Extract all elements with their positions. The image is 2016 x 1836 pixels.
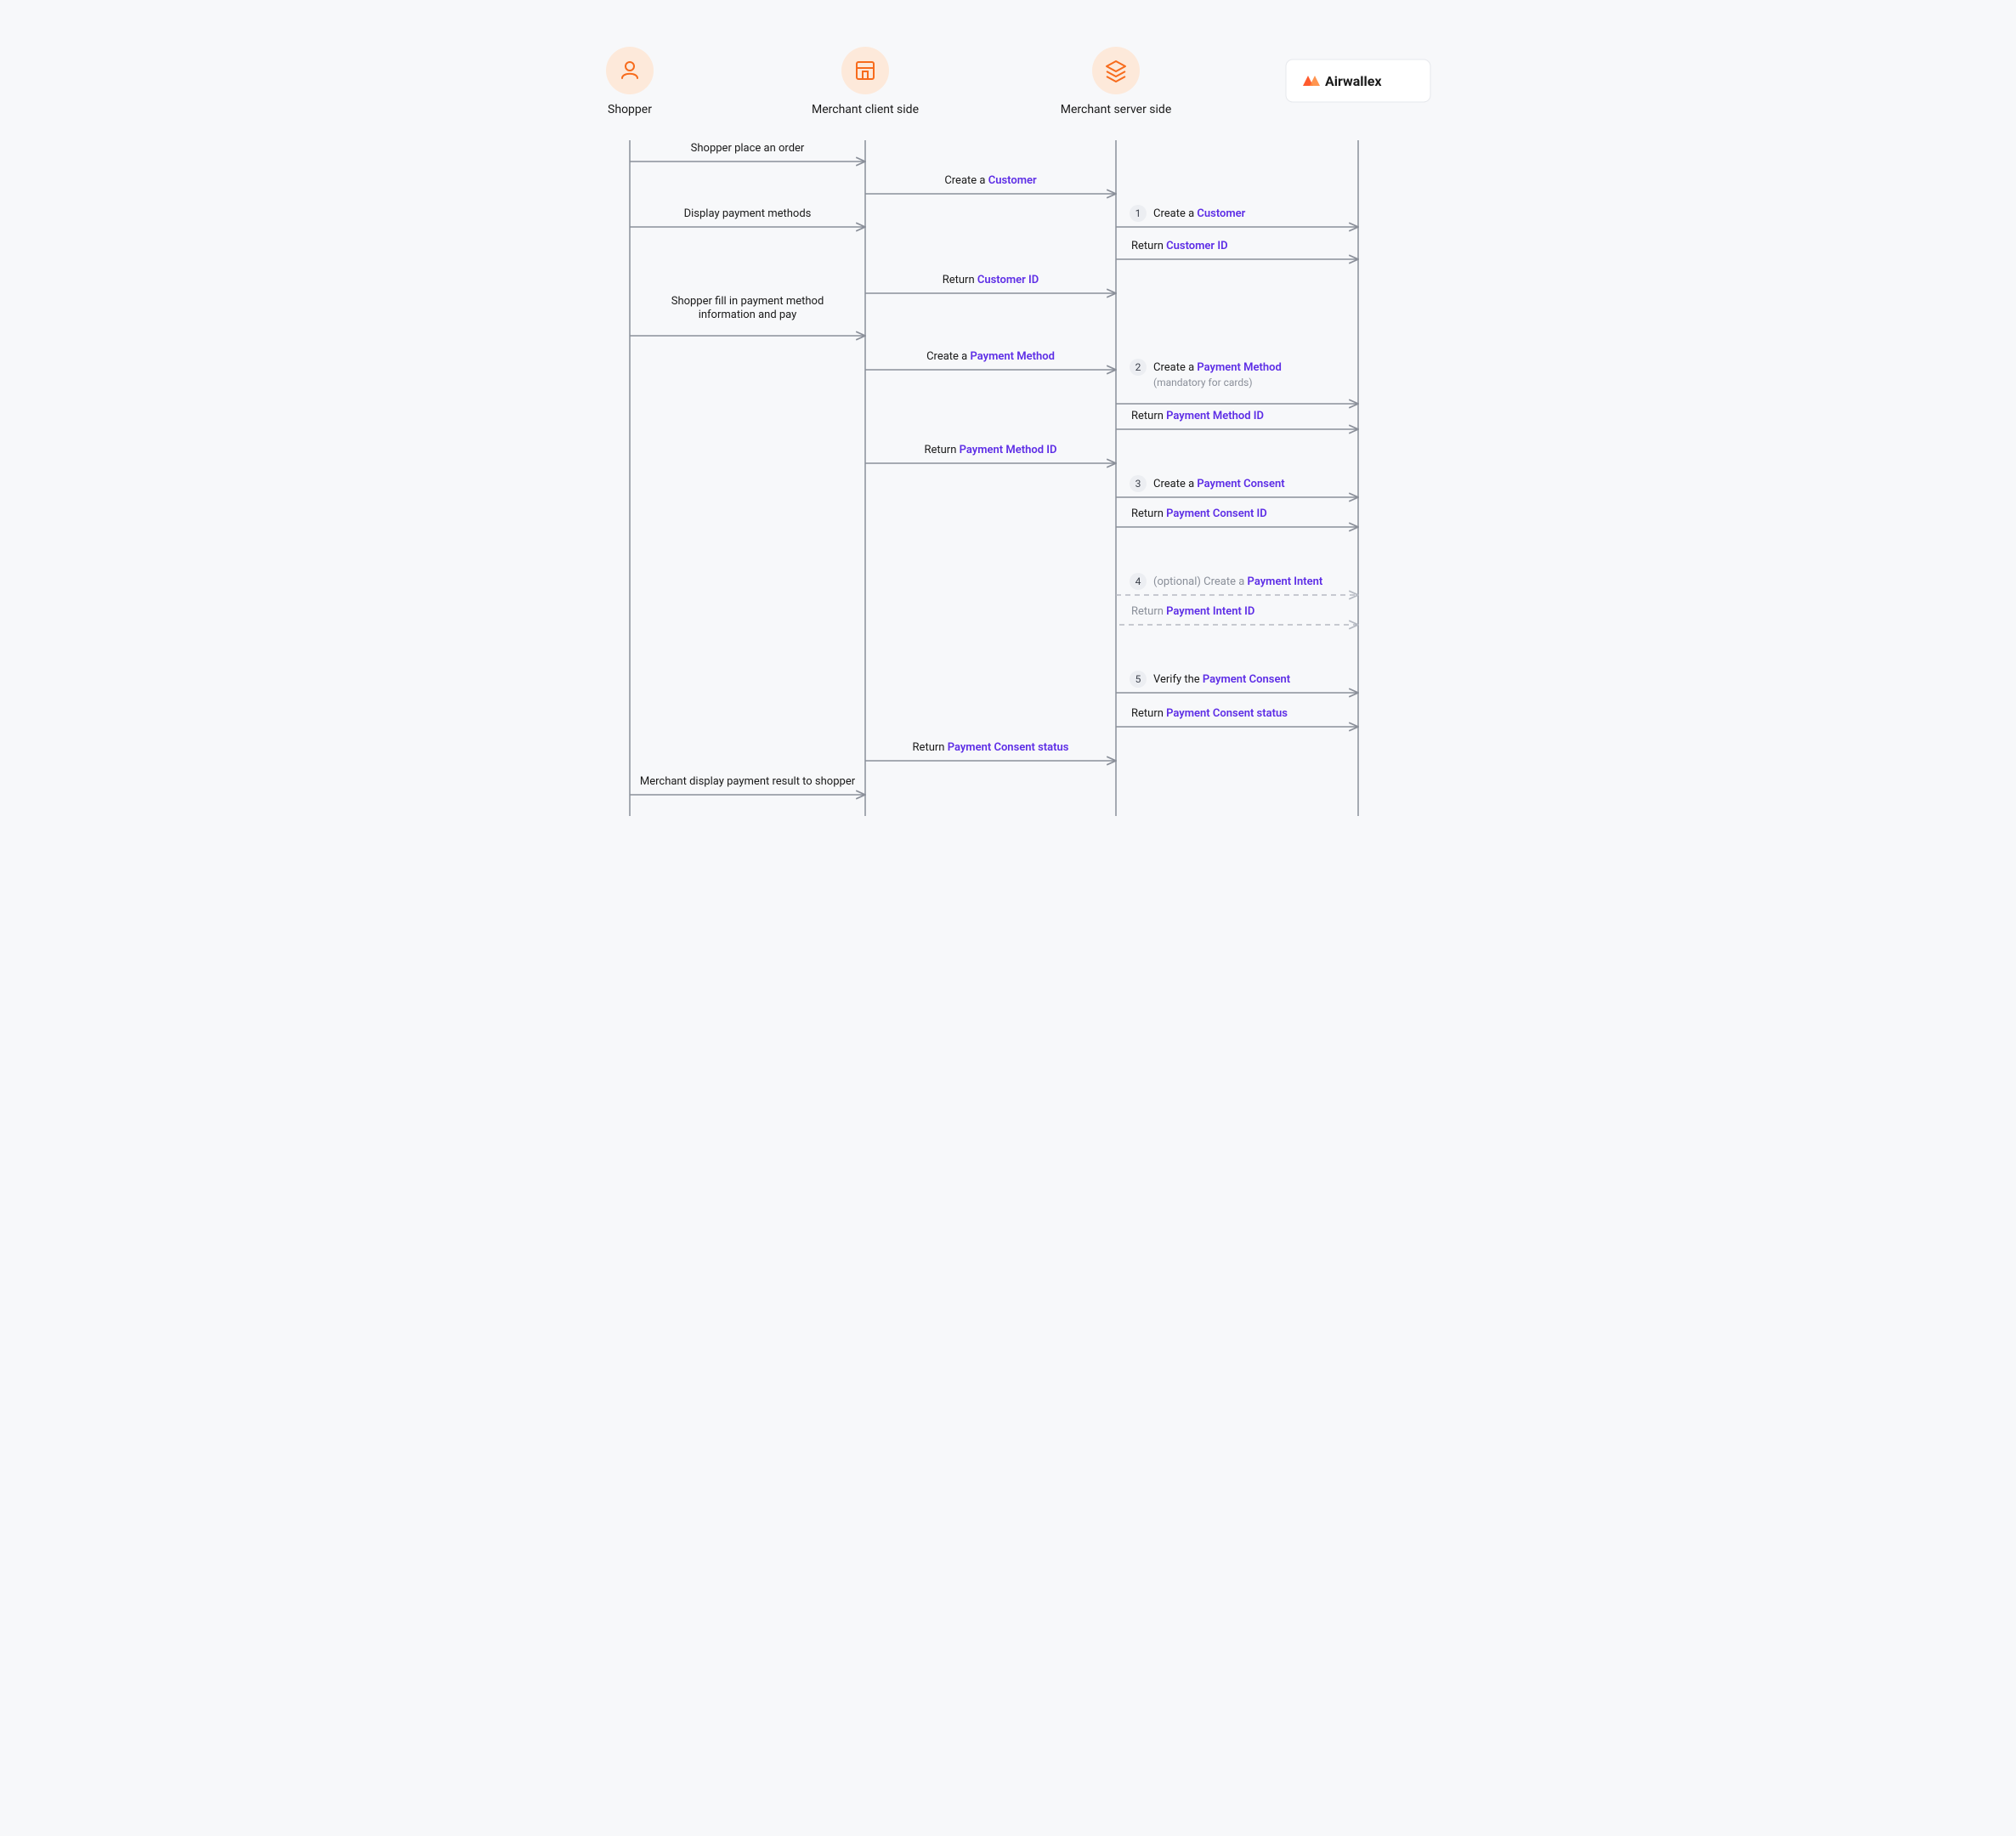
- message-m17: Return Payment Consent status: [1116, 707, 1358, 727]
- message-m6: Return Customer ID: [865, 274, 1116, 293]
- message-m2: Create a Customer: [865, 174, 1116, 194]
- sequence-diagram: Shopper Merchant client side Merchant se…: [504, 0, 1512, 918]
- message-sublabel: (mandatory for cards): [1153, 377, 1253, 388]
- step-badge-number: 1: [1135, 207, 1141, 219]
- lane-client: Merchant client side: [812, 47, 919, 116]
- lane-shopper: Shopper: [606, 47, 654, 116]
- brand-name: Airwallex: [1325, 73, 1382, 89]
- message-m19: Merchant display payment result to shopp…: [630, 775, 865, 795]
- step-badge-number: 5: [1135, 673, 1141, 685]
- step-badge-number: 2: [1135, 361, 1141, 373]
- arrows: Shopper place an order Create a Customer D…: [630, 142, 1358, 795]
- message-label: Return Customer ID: [943, 274, 1039, 286]
- message-m9: 2 Create a Payment Method (mandatory for c…: [1116, 359, 1358, 404]
- message-label: Merchant display payment result to shopp…: [640, 775, 856, 788]
- message-m18: Return Payment Consent status: [865, 741, 1116, 761]
- message-label: Display payment methods: [684, 207, 812, 220]
- message-m1: Shopper place an order: [630, 142, 865, 162]
- lane-server-label: Merchant server side: [1061, 103, 1172, 116]
- message-label: Shopper place an order: [691, 142, 805, 155]
- message-m10: Return Payment Method ID: [1116, 410, 1358, 429]
- message-label: Return Payment Consent status: [1131, 707, 1288, 720]
- message-m5: Return Customer ID: [1116, 240, 1358, 259]
- message-label: Return Payment Consent ID: [1131, 507, 1267, 520]
- message-label: Return Payment Intent ID: [1131, 605, 1254, 618]
- message-m7: Shopper fill in payment methodinformatio…: [630, 295, 865, 336]
- message-label: Create a Customer: [1153, 207, 1246, 220]
- message-label: Shopper fill in payment methodinformatio…: [671, 295, 824, 321]
- message-label: Verify the Payment Consent: [1153, 673, 1291, 686]
- lane-server: Merchant server side: [1061, 47, 1172, 116]
- message-m14: 4 (optional) Create a Payment Intent: [1116, 573, 1358, 595]
- brand-badge: Airwallex: [1286, 60, 1430, 102]
- message-m13: Return Payment Consent ID: [1116, 507, 1358, 527]
- message-m15: Return Payment Intent ID: [1116, 605, 1358, 625]
- message-label: Return Customer ID: [1131, 240, 1228, 252]
- step-badge-number: 3: [1135, 478, 1141, 490]
- message-label: Return Payment Method ID: [924, 444, 1056, 456]
- message-label: Create a Payment Method: [1153, 361, 1282, 374]
- message-m16: 5 Verify the Payment Consent: [1116, 671, 1358, 693]
- message-m8: Create a Payment Method: [865, 350, 1116, 370]
- message-m3: Display payment methods: [630, 207, 865, 227]
- step-badge-number: 4: [1135, 575, 1141, 587]
- message-label: Return Payment Method ID: [1131, 410, 1264, 422]
- message-m12: 3 Create a Payment Consent: [1116, 475, 1358, 497]
- message-m4: 1 Create a Customer: [1116, 205, 1358, 227]
- message-label: Create a Customer: [944, 174, 1037, 187]
- lane-shopper-label: Shopper: [608, 103, 652, 116]
- message-label: (optional) Create a Payment Intent: [1153, 575, 1323, 588]
- message-label: Return Payment Consent status: [913, 741, 1069, 754]
- message-m11: Return Payment Method ID: [865, 444, 1116, 463]
- lane-client-label: Merchant client side: [812, 103, 919, 116]
- message-label: Create a Payment Consent: [1153, 478, 1285, 490]
- message-label: Create a Payment Method: [926, 350, 1055, 363]
